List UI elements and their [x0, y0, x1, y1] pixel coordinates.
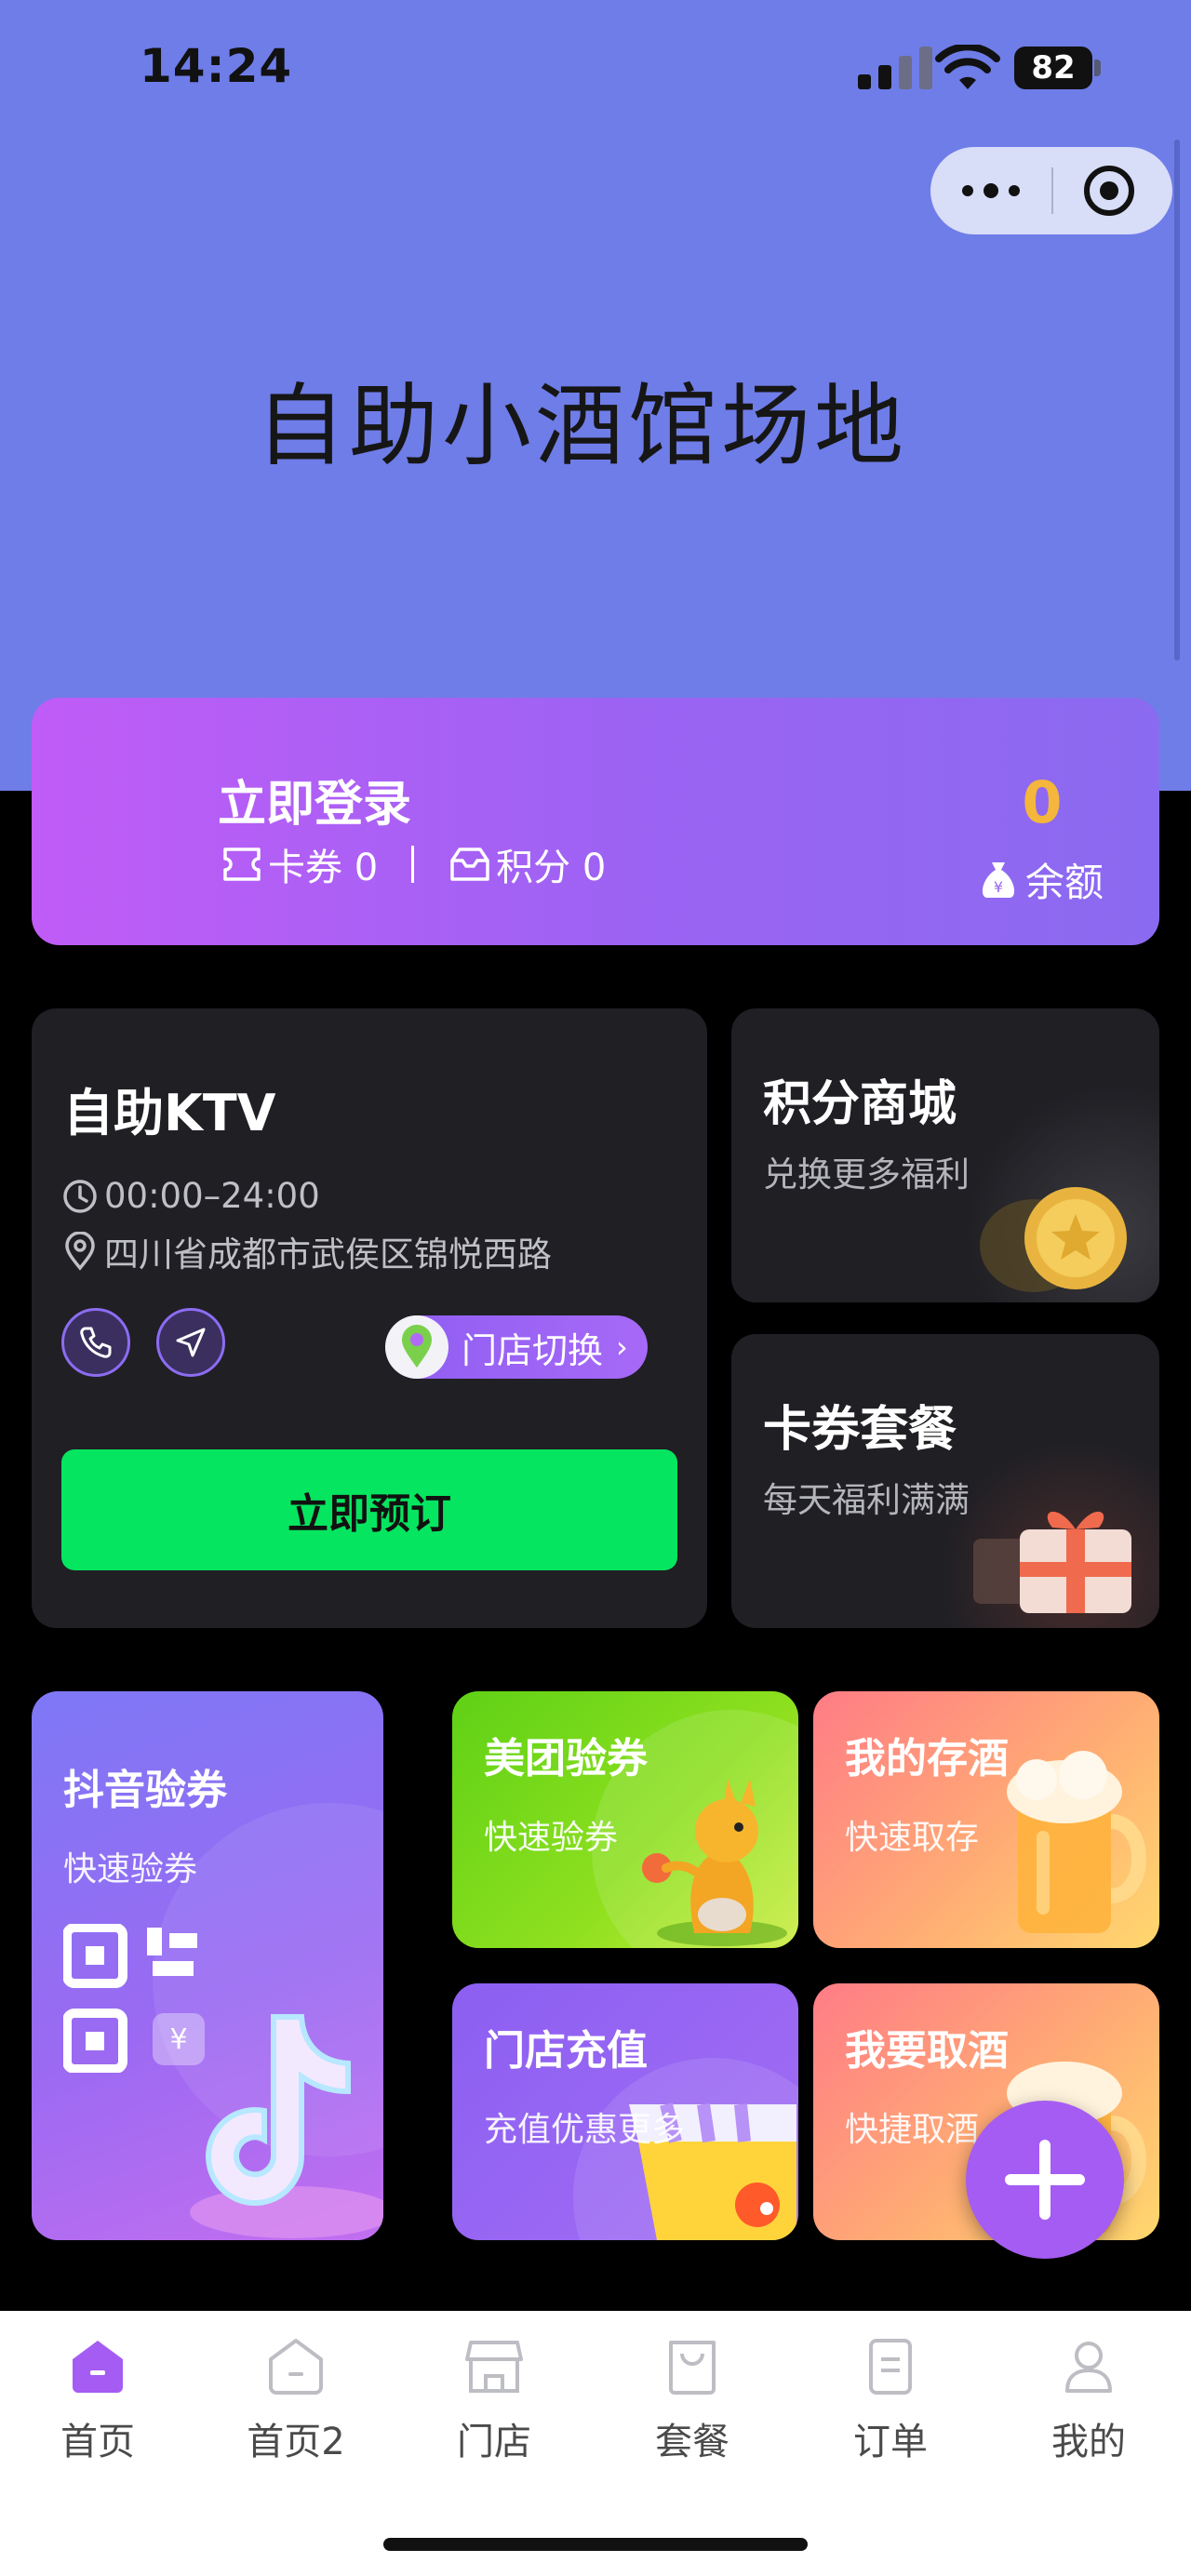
chevron-right-icon: › — [616, 1329, 628, 1365]
store-recharge-subtitle: 充值优惠更多 — [484, 2111, 686, 2149]
stats-divider — [411, 846, 415, 883]
svg-text:¥: ¥ — [994, 878, 1003, 896]
store-recharge-tile[interactable]: 门店充值 充值优惠更多 — [452, 1983, 798, 2240]
coupons-count: 卡券 0 — [268, 847, 379, 889]
home-indicator[interactable] — [383, 2538, 808, 2551]
tab-mine[interactable]: 我的 — [1005, 2322, 1172, 2471]
points-icon — [450, 848, 489, 881]
map-pin-icon — [402, 1325, 432, 1368]
call-button[interactable] — [61, 1308, 130, 1377]
douyin-verify-subtitle: 快速验券 — [63, 1850, 198, 1889]
battery-icon: 82 — [1014, 47, 1104, 91]
my-stored-wine-tile[interactable]: 我的存酒 快速取存 — [813, 1691, 1159, 1948]
home-outline-icon — [269, 2339, 323, 2395]
store-switch-label: 门店切换 — [462, 1329, 604, 1371]
store-switch-button[interactable]: 门店切换 › — [385, 1315, 648, 1379]
login-title[interactable]: 立即登录 — [218, 765, 411, 834]
scrollbar[interactable] — [1174, 140, 1180, 661]
my-stored-wine-subtitle: 快速取存 — [845, 1819, 980, 1857]
coupon-package-title: 卡券套餐 — [763, 1402, 957, 1458]
tab-package-label: 套餐 — [655, 2421, 729, 2463]
status-time: 14:24 — [140, 39, 293, 93]
store-recharge-title: 门店充值 — [484, 2027, 648, 2075]
douyin-verify-tile[interactable]: 抖音验券 快速验券 ¥ — [32, 1691, 383, 2240]
capsule-divider — [1051, 167, 1053, 214]
login-stats: 卡券 0 积分 0 — [220, 837, 606, 891]
take-wine-title: 我要取酒 — [845, 2027, 1009, 2075]
add-fab-button[interactable] — [966, 2101, 1124, 2259]
money-bag-icon: ¥ — [982, 861, 1015, 898]
balance-label: 余额 — [1025, 860, 1104, 905]
store-hours-row: 00:00–24:00 — [61, 1176, 320, 1216]
tab-package[interactable]: 套餐 — [609, 2322, 776, 2471]
map-pin-badge — [385, 1315, 448, 1379]
tiktok-logo-icon — [190, 2014, 383, 2238]
more-icon[interactable] — [958, 166, 1024, 216]
user-icon — [1065, 2342, 1112, 2393]
venue-title: 自助小酒馆场地 — [256, 374, 907, 478]
tab-store-label: 门店 — [457, 2421, 531, 2463]
navigation-arrow-icon — [176, 1328, 206, 1357]
close-miniprogram-icon[interactable] — [1081, 163, 1137, 219]
tab-orders-label: 订单 — [853, 2421, 928, 2463]
beer-mug-icon — [1007, 1751, 1146, 1933]
clock-icon — [63, 1179, 97, 1213]
take-wine-subtitle: 快捷取酒 — [845, 2111, 980, 2149]
meituan-verify-subtitle: 快速验券 — [484, 1819, 619, 1857]
wifi-icon — [935, 45, 1000, 89]
points-count: 积分 0 — [496, 847, 607, 889]
gift-box-icon — [973, 1511, 1131, 1613]
store-hours: 00:00–24:00 — [104, 1176, 320, 1216]
login-card[interactable] — [32, 698, 1159, 945]
coupon-package-card[interactable]: 卡券套餐 每天福利满满 — [731, 1334, 1159, 1628]
coupon-icon — [223, 848, 261, 881]
tab-home[interactable]: 首页 — [14, 2322, 181, 2471]
phone-icon — [80, 1327, 112, 1358]
order-icon — [869, 2339, 912, 2395]
store-icon — [465, 2341, 523, 2393]
gold-coin-icon — [980, 1187, 1127, 1292]
plus-icon — [1005, 2140, 1085, 2220]
tab-orders[interactable]: 订单 — [807, 2322, 974, 2471]
tab-store[interactable]: 门店 — [410, 2322, 578, 2471]
tab-home2-label: 首页2 — [247, 2421, 345, 2463]
bag-icon — [669, 2341, 716, 2395]
balance-value: 0 — [1022, 768, 1063, 836]
book-now-button[interactable]: 立即预订 — [61, 1449, 677, 1570]
my-stored-wine-title: 我的存酒 — [845, 1735, 1009, 1782]
meituan-verify-title: 美团验券 — [484, 1735, 648, 1782]
tab-home2[interactable]: 首页2 — [212, 2322, 380, 2471]
points-mall-title: 积分商城 — [763, 1076, 957, 1132]
signal-icon — [858, 47, 932, 89]
battery-level: 82 — [1031, 49, 1076, 87]
tab-mine-label: 我的 — [1051, 2421, 1126, 2463]
balance-row[interactable]: ¥ 余额 — [977, 851, 1104, 908]
meituan-verify-tile[interactable]: 美团验券 快速验券 — [452, 1691, 798, 1948]
navigate-button[interactable] — [156, 1308, 225, 1377]
coupon-package-subtitle: 每天福利满满 — [763, 1480, 970, 1520]
store-name: 自助KTV — [63, 1084, 276, 1142]
kangaroo-mascot-icon — [642, 1779, 787, 1946]
store-address-row: 四川省成都市武侯区锦悦西路 — [61, 1226, 552, 1276]
points-mall-card[interactable]: 积分商城 兑换更多福利 — [731, 1008, 1159, 1302]
douyin-verify-title: 抖音验券 — [63, 1767, 227, 1814]
location-pin-icon — [65, 1232, 95, 1271]
store-address: 四川省成都市武侯区锦悦西路 — [104, 1235, 552, 1275]
points-mall-subtitle: 兑换更多福利 — [763, 1155, 970, 1195]
tab-home-label: 首页 — [60, 2421, 135, 2463]
home-icon — [73, 2341, 123, 2393]
